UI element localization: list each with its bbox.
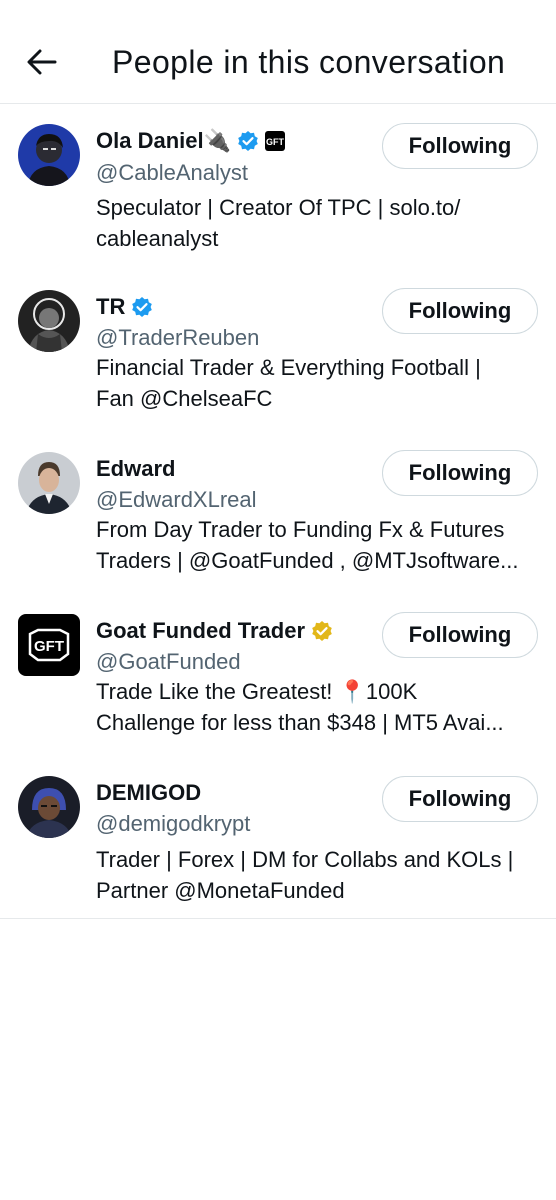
display-name: Ola Daniel🔌	[96, 128, 231, 153]
following-button[interactable]: Following	[382, 450, 538, 496]
avatar[interactable]	[18, 452, 80, 514]
user-handle: @demigodkrypt	[96, 811, 251, 836]
gft-logo-icon: GFT	[18, 614, 80, 676]
list-item[interactable]: Ola Daniel🔌 GFT @CableAnalyst Speculator…	[0, 104, 556, 274]
bio-line: cableanalyst	[96, 226, 219, 251]
list-divider	[0, 918, 556, 919]
user-bio: Speculator | Creator Of TPC | solo.to/ c…	[96, 192, 544, 254]
user-handle: @TraderReuben	[96, 325, 260, 350]
blue-verified-icon	[131, 296, 153, 318]
bio-line: Partner @MonetaFunded	[96, 878, 345, 903]
svg-text:GFT: GFT	[34, 638, 64, 655]
display-name: TR	[96, 294, 126, 319]
user-handle: @GoatFunded	[96, 649, 241, 674]
user-handle: @CableAnalyst	[96, 160, 248, 185]
bio-line: Traders | @GoatFunded , @MTJsoftware...	[96, 548, 519, 573]
following-button[interactable]: Following	[382, 288, 538, 334]
list-item[interactable]: TR @TraderReuben Financial Trader & Ever…	[0, 274, 556, 436]
user-bio: Trade Like the Greatest! 📍100K Challenge…	[96, 676, 544, 738]
following-button[interactable]: Following	[382, 776, 538, 822]
bio-line: Challenge for less than $348 | MT5 Avai.…	[96, 710, 504, 735]
svg-text:GFT: GFT	[266, 137, 284, 147]
avatar[interactable]	[18, 124, 80, 186]
user-handle: @EdwardXLreal	[96, 487, 257, 512]
avatar[interactable]	[18, 776, 80, 838]
bio-line: Speculator | Creator Of TPC | solo.to/	[96, 195, 461, 220]
user-bio: Trader | Forex | DM for Collabs and KOLs…	[96, 844, 544, 906]
back-button[interactable]	[18, 40, 66, 84]
bio-line: Trade Like the Greatest! 📍100K	[96, 679, 418, 704]
display-name: DEMIGOD	[96, 780, 202, 805]
gft-logo-icon: GFT	[265, 131, 285, 151]
top-bar: People in this conversation	[0, 0, 556, 104]
bio-line: From Day Trader to Funding Fx & Futures	[96, 517, 505, 542]
display-name: Edward	[96, 456, 176, 481]
following-button[interactable]: Following	[382, 612, 538, 658]
bio-line: Financial Trader & Everything Football |	[96, 355, 481, 380]
bio-line: Fan @ChelseaFC	[96, 386, 273, 411]
list-item[interactable]: GFT Goat Funded Trader @GoatFunded Trade…	[0, 598, 556, 760]
blue-verified-icon	[237, 130, 259, 152]
following-button[interactable]: Following	[382, 123, 538, 169]
avatar[interactable]: GFT	[18, 614, 80, 676]
user-bio: From Day Trader to Funding Fx & Futures …	[96, 514, 544, 576]
list-item[interactable]: DEMIGOD @demigodkrypt Trader | Forex | D…	[0, 760, 556, 918]
arrow-left-icon	[27, 49, 57, 75]
bio-line: Trader | Forex | DM for Collabs and KOLs…	[96, 847, 514, 872]
list-item[interactable]: Edward @EdwardXLreal From Day Trader to …	[0, 436, 556, 598]
display-name: Goat Funded Trader	[96, 618, 306, 643]
page-title: People in this conversation	[112, 44, 506, 80]
avatar[interactable]	[18, 290, 80, 352]
user-bio: Financial Trader & Everything Football |…	[96, 352, 544, 414]
gold-verified-icon	[311, 620, 333, 642]
